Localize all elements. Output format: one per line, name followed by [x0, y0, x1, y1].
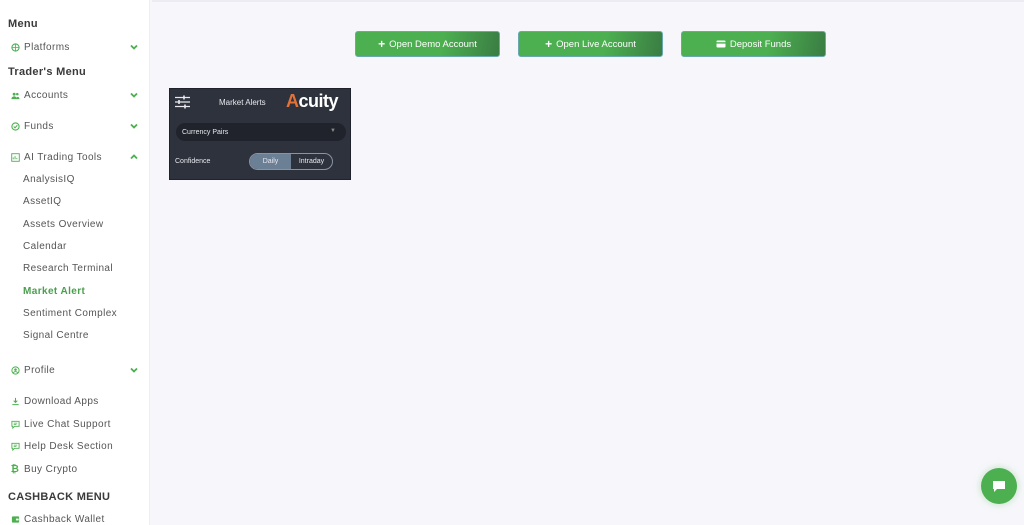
- traders-menu-section-title: Trader's Menu: [8, 66, 87, 78]
- button-label: Deposit Funds: [729, 38, 792, 50]
- toggle-option-daily[interactable]: Daily: [250, 154, 291, 169]
- button-label: Open Live Account: [556, 38, 636, 50]
- ai-chart-icon: [10, 152, 20, 162]
- acuity-logo-text: cuity: [298, 91, 339, 111]
- sidebar-item-ai-trading-tools[interactable]: AI Trading Tools: [10, 148, 143, 166]
- sidebar-subitem-assetiq[interactable]: AssetIQ: [23, 193, 61, 209]
- sidebar-item-label: Cashback Wallet: [24, 513, 105, 525]
- acuity-logo-mark: A: [286, 91, 299, 111]
- chevron-up-icon[interactable]: [129, 152, 139, 162]
- widget-title: Market Alerts: [219, 98, 266, 107]
- chevron-down-icon: ▼: [330, 128, 336, 134]
- deposit-funds-button[interactable]: Deposit Funds: [681, 31, 826, 57]
- credit-card-icon: [716, 40, 726, 48]
- chevron-down-icon[interactable]: [129, 90, 139, 100]
- sidebar-item-label: Profile: [24, 364, 56, 376]
- top-divider: [152, 0, 1024, 2]
- chat-launcher-button[interactable]: [981, 468, 1017, 504]
- select-value: Currency Pairs: [182, 128, 229, 136]
- open-live-account-button[interactable]: + Open Live Account: [518, 31, 663, 57]
- sidebar-item-cashback-wallet[interactable]: Cashback Wallet: [10, 510, 143, 525]
- sidebar-item-label: Download Apps: [24, 395, 99, 407]
- confidence-label: Confidence: [175, 158, 211, 165]
- sidebar-subitem-sentiment-complex[interactable]: Sentiment Complex: [23, 305, 117, 321]
- globe-icon: [10, 42, 20, 52]
- sidebar-item-label: Funds: [24, 120, 54, 132]
- sidebar-item-help-desk-section[interactable]: Help Desk Section: [10, 437, 143, 455]
- chat-bubble-icon: [993, 480, 1005, 492]
- chevron-down-icon[interactable]: [129, 42, 139, 52]
- menu-section-title: Menu: [8, 18, 38, 30]
- sidebar-subitem-research-terminal[interactable]: Research Terminal: [23, 260, 113, 276]
- button-label: Open Demo Account: [389, 38, 477, 50]
- sidebar-item-label: Help Desk Section: [24, 440, 114, 452]
- sidebar-item-funds[interactable]: Funds: [10, 117, 143, 135]
- sidebar-item-label: AI Trading Tools: [24, 151, 102, 163]
- download-icon: [10, 396, 20, 406]
- open-demo-account-button[interactable]: + Open Demo Account: [355, 31, 500, 57]
- filter-sliders-icon[interactable]: [175, 95, 190, 109]
- message-icon: [10, 441, 20, 451]
- bitcoin-icon: ₿: [10, 463, 20, 475]
- sidebar-item-accounts[interactable]: Accounts: [10, 86, 143, 104]
- cashback-menu-section-title: CASHBACK MENU: [8, 491, 111, 503]
- sidebar-item-profile[interactable]: Profile: [10, 361, 143, 379]
- chevron-down-icon[interactable]: [129, 365, 139, 375]
- user-circle-icon: [10, 365, 20, 375]
- market-alerts-widget: Market Alerts Acuity Currency Pairs ▼ Co…: [169, 88, 351, 180]
- toggle-option-intraday[interactable]: Intraday: [291, 154, 332, 169]
- sidebar-subitem-signal-centre[interactable]: Signal Centre: [23, 327, 89, 343]
- acuity-logo: Acuity: [286, 91, 339, 112]
- sidebar-item-label: Live Chat Support: [24, 418, 111, 430]
- plus-icon: +: [378, 37, 386, 51]
- sidebar-item-label: Platforms: [24, 41, 70, 53]
- sidebar-subitem-assets-overview[interactable]: Assets Overview: [23, 216, 103, 232]
- users-icon: [10, 90, 20, 100]
- sidebar-item-download-apps[interactable]: Download Apps: [10, 392, 143, 410]
- sidebar-item-label: Accounts: [24, 89, 69, 101]
- confidence-toggle: Daily Intraday: [249, 153, 333, 170]
- sidebar-item-buy-crypto[interactable]: ₿ Buy Crypto: [10, 460, 143, 478]
- sidebar-item-platforms[interactable]: Platforms: [10, 38, 143, 56]
- sidebar-item-live-chat-support[interactable]: Live Chat Support: [10, 415, 143, 433]
- plus-icon: +: [545, 37, 553, 51]
- sidebar: Menu Platforms Trader's Menu Accounts Fu…: [0, 0, 150, 525]
- chevron-down-icon[interactable]: [129, 121, 139, 131]
- check-circle-icon: [10, 121, 20, 131]
- wallet-icon: [10, 514, 20, 524]
- sidebar-subitem-analysisiq[interactable]: AnalysisIQ: [23, 171, 75, 187]
- sidebar-subitem-calendar[interactable]: Calendar: [23, 238, 67, 254]
- chat-icon: [10, 419, 20, 429]
- sidebar-item-label: Buy Crypto: [24, 463, 78, 475]
- currency-pairs-select[interactable]: Currency Pairs ▼: [176, 123, 346, 141]
- sidebar-subitem-market-alert[interactable]: Market Alert: [23, 283, 85, 299]
